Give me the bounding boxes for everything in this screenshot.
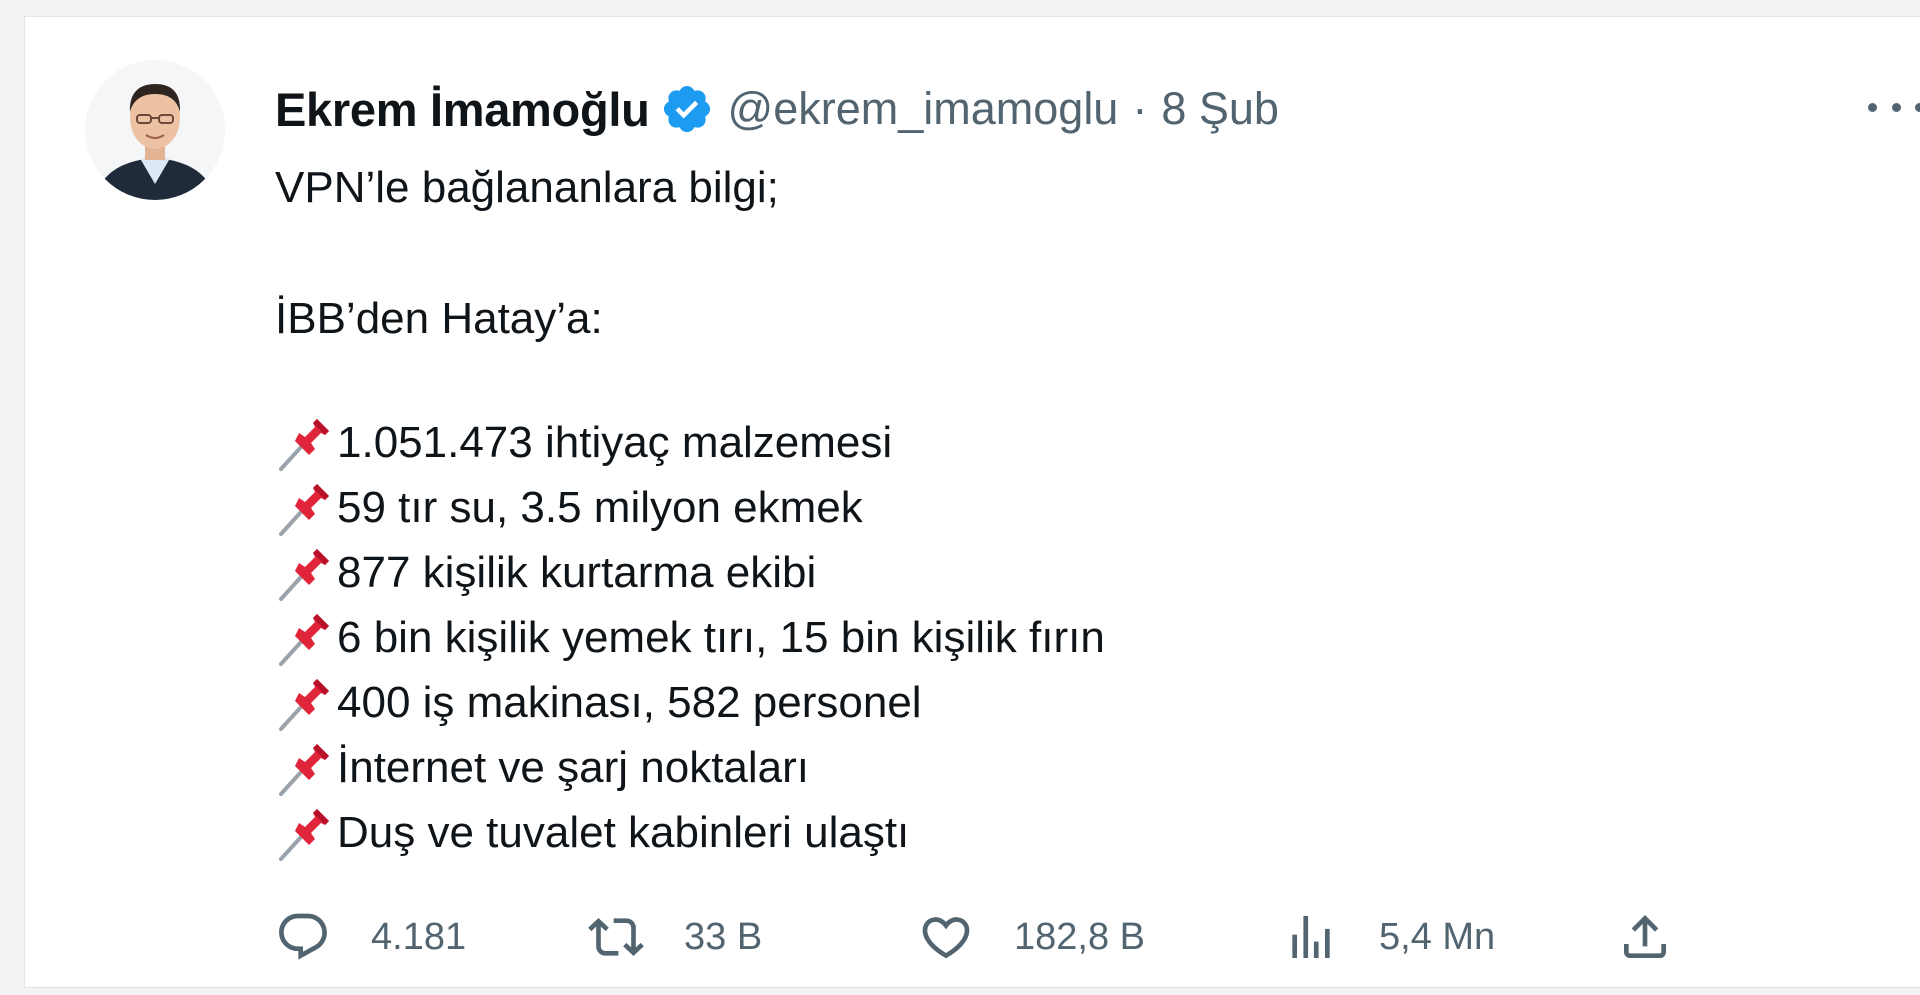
pushpin-icon [275,803,335,863]
list-item-text: 400 iş makinası, 582 personel [337,677,922,727]
list-item: 6 bin kişilik yemek tırı, 15 bin kişilik… [275,605,1105,670]
pushpin-icon [275,413,335,473]
list-item: 400 iş makinası, 582 personel [275,670,1105,735]
more-dot [1891,102,1901,112]
list-item-text: 6 bin kişilik yemek tırı, 15 bin kişilik… [337,612,1105,662]
list-item-text: Duş ve tuvalet kabinleri ulaştı [337,807,910,857]
pushpin-icon [275,608,335,668]
pushpin-icon [275,478,335,538]
more-options-icon[interactable] [1868,92,1920,122]
views-button[interactable]: 5,4 Mn [1283,902,1495,972]
retweet-icon [588,918,644,956]
reply-button[interactable]: 4.181 [275,902,466,972]
retweet-count: 33 B [684,915,763,958]
tweet-text: VPN’le bağlananlara bilgi; İBB’den Hatay… [275,156,1835,351]
tweet-header: Ekrem İmamoğlu @ekrem_imamoglu · 8 Şub [275,79,1279,139]
author-name[interactable]: Ekrem İmamoğlu [275,82,650,137]
tweet-date[interactable]: 8 Şub [1161,83,1279,135]
pushpin-icon [275,673,335,733]
list-item-text: 1.051.473 ihtiyaç malzemesi [337,417,893,467]
tweet-text-line: İBB’den Hatay’a: [275,294,603,343]
avatar-image [85,60,225,200]
reply-icon [279,913,327,960]
reply-count: 4.181 [371,915,467,958]
list-item: İnternet ve şarj noktaları [275,735,1105,800]
share-button[interactable] [1617,902,1673,972]
more-dot [1915,102,1920,112]
heart-icon [922,917,970,959]
tweet-text-line: VPN’le bağlananlara bilgi; [275,163,779,212]
pushpin-icon [275,543,335,603]
tweet-actions: 4.181 33 B 182,8 B 5,4 Mn [275,902,1725,972]
tweet-list: 1.051.473 ihtiyaç malzemesi 59 tır su, 3… [275,410,1105,865]
like-count: 182,8 B [1014,915,1145,958]
list-item-text: 59 tır su, 3.5 milyon ekmek [337,482,863,532]
like-button[interactable]: 182,8 B [918,902,1145,972]
pushpin-icon [275,738,335,798]
author-handle[interactable]: @ekrem_imamoglu [728,83,1119,135]
retweet-button[interactable]: 33 B [588,902,762,972]
avatar[interactable] [85,60,225,200]
header-separator: · [1132,83,1148,134]
list-item: 877 kişilik kurtarma ekibi [275,540,1105,605]
tweet-card: Ekrem İmamoğlu @ekrem_imamoglu · 8 Şub V… [24,16,1920,988]
more-dot [1868,102,1877,112]
verified-badge-icon [660,82,714,136]
views-count: 5,4 Mn [1379,915,1496,958]
list-item-text: İnternet ve şarj noktaları [337,742,810,792]
list-item: 1.051.473 ihtiyaç malzemesi [275,410,1105,475]
list-item: 59 tır su, 3.5 milyon ekmek [275,475,1105,540]
views-chart-icon [1292,916,1330,958]
list-item-text: 877 kişilik kurtarma ekibi [337,547,817,597]
list-item: Duş ve tuvalet kabinleri ulaştı [275,800,1105,865]
share-icon [1624,915,1666,958]
